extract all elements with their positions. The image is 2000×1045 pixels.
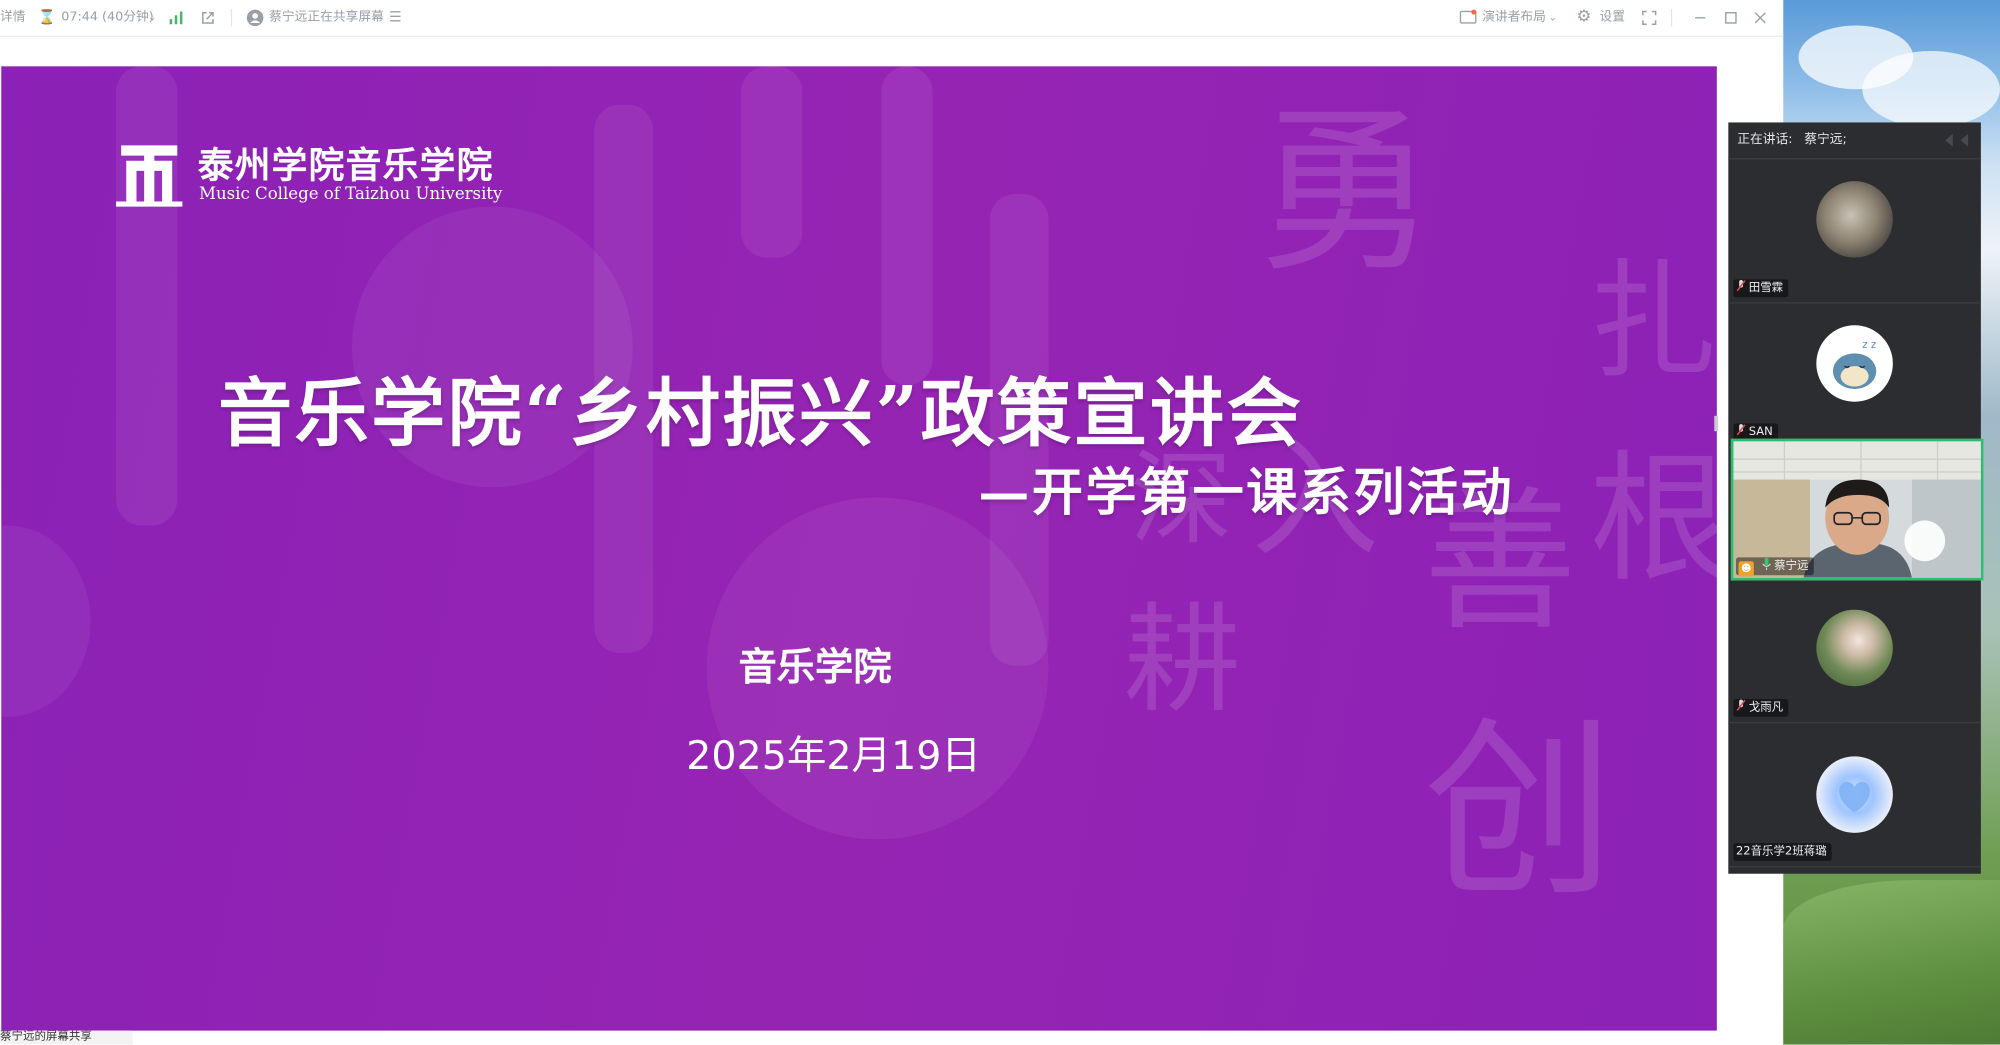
- presenter-layout-icon[interactable]: [1459, 9, 1477, 26]
- decor-char: 勇: [1257, 89, 1437, 298]
- close-icon[interactable]: [1754, 11, 1767, 24]
- svg-text:z z: z z: [1862, 340, 1876, 351]
- college-name-cn: 泰州学院音乐学院: [197, 144, 494, 187]
- participant-name: 22音乐学2班蒋璐: [1735, 845, 1827, 859]
- open-external-icon[interactable]: [200, 10, 215, 25]
- sleeping-cartoon-avatar: z z: [1816, 325, 1893, 402]
- wallpaper-hill: [1783, 880, 2000, 1045]
- decor-char: 耕: [1123, 591, 1242, 729]
- screen-share-tag: 蔡宁远的屏幕共享: [0, 1030, 133, 1045]
- decor-bar: [881, 66, 933, 386]
- sharing-status: 蔡宁远正在共享屏幕: [269, 10, 384, 25]
- hourglass-icon: ⌛: [38, 8, 56, 26]
- meeting-toolbar: 详情 ⌛ 07:44 (40分钟) ⌄ 蔡宁远正在共享屏幕 ☰ 演讲者布局 ⌄ …: [0, 0, 1784, 37]
- participant-tile[interactable]: 22音乐学2班蒋璐: [1728, 723, 1981, 868]
- decor-circle: [1, 525, 91, 717]
- speaking-indicator: 正在讲话: 蔡宁远;: [1737, 122, 1847, 158]
- minimize-icon[interactable]: [1694, 11, 1707, 24]
- participant-name: 蔡宁远: [1774, 559, 1809, 573]
- speaking-name: 蔡宁远;: [1804, 132, 1847, 147]
- participant-tile[interactable]: z z SAN: [1728, 304, 1981, 448]
- participant-name-tag: ☻ 蔡宁远: [1735, 557, 1814, 577]
- toolbar-divider: [1670, 8, 1673, 27]
- host-badge-icon: ☻: [1738, 561, 1754, 577]
- mic-muted-icon: [1736, 424, 1746, 436]
- details-button[interactable]: 详情: [0, 0, 26, 36]
- slide-date: 2025年2月19日: [686, 733, 981, 780]
- active-speaker-video[interactable]: ☻ 蔡宁远: [1730, 438, 1984, 581]
- slide-organizer: 音乐学院: [738, 645, 892, 691]
- maximize-icon[interactable]: [1724, 11, 1737, 24]
- college-name-en: Music College of Taizhou University: [198, 184, 503, 205]
- slide-title: 音乐学院“乡村振兴”政策宣讲会: [218, 369, 1304, 457]
- decor-char: 扎: [1589, 246, 1717, 396]
- blue-heart-avatar: [1816, 756, 1893, 833]
- decor-bar: [741, 66, 803, 258]
- speaking-label: 正在讲话:: [1737, 132, 1793, 147]
- slide-subtitle: —开学第一课系列活动: [978, 463, 1515, 523]
- decor-bar: [116, 66, 178, 526]
- settings-button[interactable]: 设置: [1599, 0, 1625, 36]
- participant-name: 田雪霖: [1748, 281, 1784, 295]
- cat-photo-avatar: [1816, 181, 1893, 258]
- mic-muted-icon: [1736, 279, 1746, 292]
- signal-icon[interactable]: [168, 10, 183, 25]
- participant-tile[interactable]: 戈雨凡: [1728, 579, 1981, 724]
- college-seal-logo: [116, 145, 183, 207]
- portrait-photo-avatar: [1816, 609, 1893, 687]
- decor-char: 创: [1423, 701, 1615, 924]
- gear-icon[interactable]: ⚙: [1577, 0, 1592, 36]
- panel-header: 正在讲话: 蔡宁远;: [1728, 122, 1981, 160]
- decor-char: 根: [1589, 437, 1717, 601]
- meeting-duration[interactable]: 07:44 (40分钟): [61, 0, 154, 36]
- participant-name-tag: 田雪霖: [1733, 279, 1789, 298]
- participant-name-tag: 戈雨凡: [1733, 698, 1789, 717]
- fullscreen-icon[interactable]: [1642, 10, 1657, 25]
- participant-name: 戈雨凡: [1748, 701, 1784, 715]
- user-share-icon: [246, 9, 264, 27]
- presentation-slide: 勇 扎 根 耕 善 创 深 入 泰州学院音乐学院 Music College o…: [1, 66, 1717, 1031]
- participant-panel: 正在讲话: 蔡宁远; 田雪霖 z z SAN ☻ 蔡宁远 戈雨凡 22音乐学2班…: [1728, 122, 1984, 874]
- menu-lines-icon[interactable]: ☰: [389, 0, 402, 36]
- chevron-down-icon[interactable]: ⌄: [1548, 0, 1557, 36]
- presenter-layout-button[interactable]: 演讲者布局: [1482, 0, 1546, 36]
- participant-name: SAN: [1748, 426, 1773, 439]
- screen-share-tag-label: 蔡宁远的屏幕共享: [0, 1030, 92, 1044]
- toolbar-divider: [230, 8, 233, 27]
- screen: 详情 ⌛ 07:44 (40分钟) ⌄ 蔡宁远正在共享屏幕 ☰ 演讲者布局 ⌄ …: [0, 0, 2000, 1045]
- chevron-down-icon[interactable]: ⌄: [148, 0, 157, 36]
- resize-handle[interactable]: [1714, 415, 1719, 432]
- mic-muted-icon: [1736, 699, 1746, 711]
- participant-tile[interactable]: 田雪霖: [1728, 159, 1981, 304]
- wallpaper-cloud: [1862, 51, 2000, 128]
- mic-active-icon: [1762, 558, 1771, 571]
- participant-name-tag: 22音乐学2班蒋璐: [1733, 843, 1832, 861]
- panel-collapse-icon[interactable]: [1940, 133, 1976, 148]
